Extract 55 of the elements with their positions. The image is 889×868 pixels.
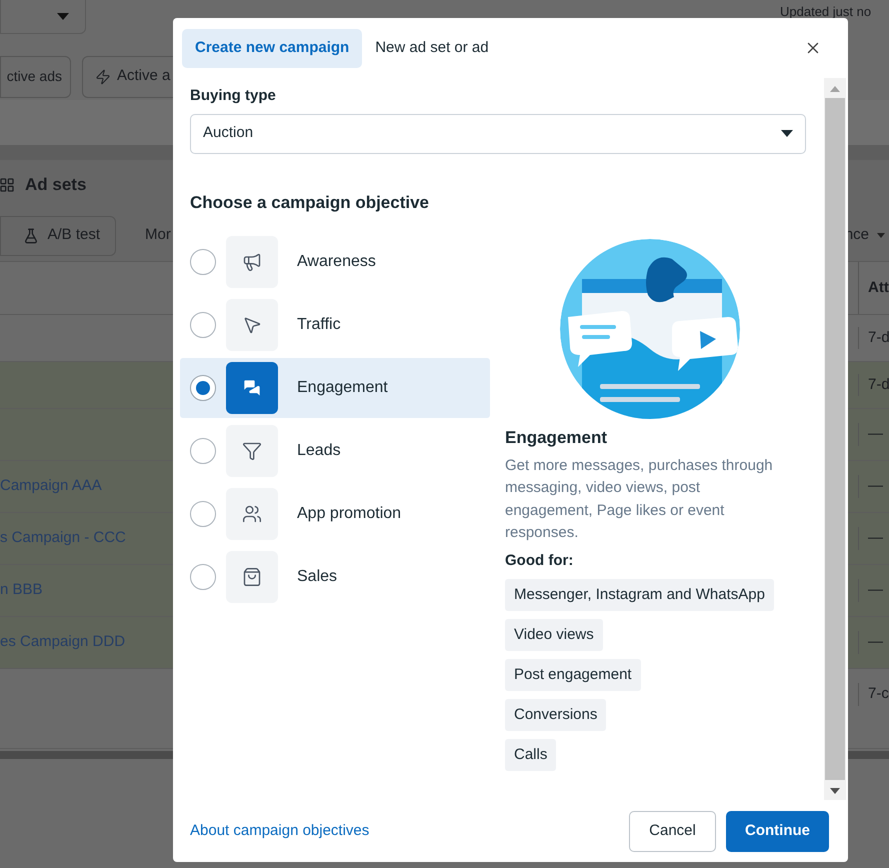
megaphone-icon [242,252,262,272]
caret-icon [781,130,793,137]
objective-option[interactable]: Sales [180,547,490,607]
table-cell: 7-d [858,326,889,350]
good-for-label: Good for: [505,550,574,570]
radio-button [190,312,216,338]
radio-button [190,249,216,275]
caret-icon [57,12,69,20]
cancel-button[interactable]: Cancel [629,810,716,852]
flask-icon [23,228,40,244]
funnel-icon [242,441,262,461]
caret-icon [877,233,885,238]
column-header: Att [858,262,889,314]
filter-chip: ctive ads [0,56,71,98]
section-title: Ad sets [25,174,86,196]
scroll-up-icon [830,86,840,92]
field-label: Buying type [190,86,277,106]
table-cell: — [858,475,889,498]
more-label: Mor [145,225,171,246]
table-cell: — [858,579,889,602]
use-case-tag: Conversions [505,699,606,731]
lightning-icon [95,68,111,84]
continue-button[interactable]: Continue [726,810,829,852]
table-cell: 7-d [858,374,889,396]
use-case-tag: Messenger, Instagram and WhatsApp [505,579,774,611]
use-case-tag: Post engagement [505,659,641,691]
tab[interactable]: New ad set or ad [362,28,502,68]
radio-button [190,438,216,464]
objective-description: Get more messages, purchases through messaging, video views, post engagement, Page likes or event responses. [505,456,774,543]
use-case-tag: Video views [505,619,603,651]
bag-icon [242,567,262,587]
objective-option[interactable]: Leads [180,421,490,481]
radio-button [190,375,216,401]
grid-icon [0,177,15,193]
objective-option[interactable]: App promotion [180,484,490,544]
table-cell: — [858,423,889,446]
buying-type-select[interactable]: Auction [190,114,806,154]
tab[interactable]: Create new campaign [182,28,362,68]
use-case-tag: Calls [505,739,556,771]
table-cell: 7-c [858,683,889,706]
table-cell: — [858,631,889,654]
objective-option[interactable]: Traffic [180,295,490,355]
scroll-down-icon [830,788,840,794]
objective-option[interactable]: Awareness [180,232,490,292]
radio-button [190,564,216,590]
radio-button [190,501,216,527]
about-objectives-link[interactable]: About campaign objectives [190,820,370,842]
objective-option[interactable]: Engagement [180,358,490,418]
chat-bubbles-icon [242,378,262,398]
table-cell: — [858,527,889,550]
objective-title: Engagement [505,427,608,449]
section-heading: Choose a campaign objective [190,192,430,214]
people-icon [242,504,262,524]
updated-status: Updated just no [780,3,872,21]
cursor-icon [242,315,262,335]
